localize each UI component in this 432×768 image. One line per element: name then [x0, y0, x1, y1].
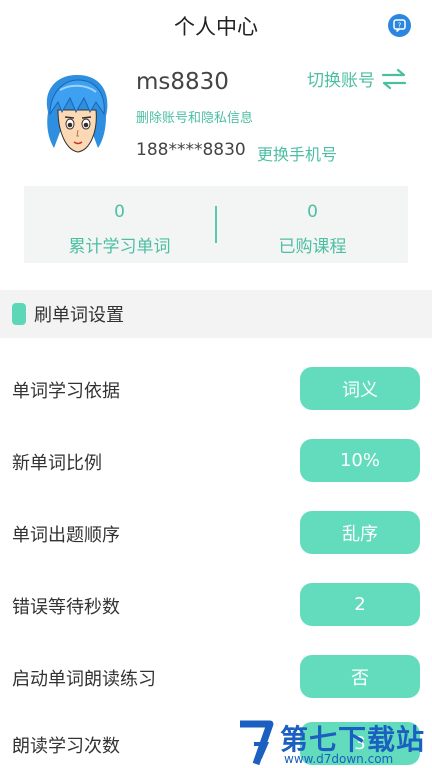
- message-icon: ?: [393, 19, 406, 32]
- stat-label: 累计学习单词: [68, 237, 171, 257]
- setting-value-button[interactable]: 乱序: [300, 511, 420, 554]
- message-button[interactable]: ?: [388, 14, 411, 37]
- setting-label: 新单词比例: [12, 453, 102, 474]
- stat-purchased-courses[interactable]: 0 已购课程: [217, 186, 408, 263]
- setting-label: 单词学习依据: [12, 381, 120, 402]
- setting-row-question-order: 单词出题顺序 乱序: [0, 511, 432, 555]
- stat-value: 0: [114, 202, 125, 222]
- setting-label: 错误等待秒数: [12, 597, 120, 618]
- stat-learned-words[interactable]: 0 累计学习单词: [24, 186, 215, 263]
- setting-value-button[interactable]: 词义: [300, 367, 420, 410]
- switch-account-label: 切换账号: [307, 71, 375, 91]
- section-title: 刷单词设置: [34, 305, 124, 326]
- delete-account-link[interactable]: 删除账号和隐私信息: [136, 107, 253, 126]
- avatar[interactable]: [40, 72, 112, 158]
- setting-label: 朗读学习次数: [12, 736, 120, 757]
- setting-row-error-wait: 错误等待秒数 2: [0, 583, 432, 627]
- stats-panel: 0 累计学习单词 0 已购课程: [24, 186, 408, 263]
- phone-number: 188****8830: [136, 140, 246, 160]
- page-title: 个人中心: [174, 15, 258, 39]
- setting-label: 启动单词朗读练习: [12, 669, 156, 690]
- watermark-logo-icon: [240, 720, 274, 766]
- setting-label: 单词出题顺序: [12, 525, 120, 546]
- change-phone-link[interactable]: 更换手机号: [257, 141, 337, 165]
- setting-row-learning-basis: 单词学习依据 词义: [0, 367, 432, 411]
- setting-value-button[interactable]: 10%: [300, 439, 420, 482]
- setting-row-reading-practice: 启动单词朗读练习 否: [0, 655, 432, 699]
- watermark-url: www.d7down.com: [284, 752, 394, 766]
- svg-text:?: ?: [398, 21, 402, 29]
- setting-row-new-word-ratio: 新单词比例 10%: [0, 439, 432, 483]
- setting-value-button[interactable]: 2: [300, 583, 420, 626]
- section-marker: [12, 303, 26, 325]
- watermark: 第七下载站 www.d7down.com: [236, 716, 432, 768]
- username: ms8830: [136, 69, 229, 95]
- section-header: 刷单词设置: [0, 290, 432, 338]
- top-bar: 个人中心 ?: [0, 0, 432, 52]
- profile-section: ms8830 删除账号和隐私信息 188****8830 更换手机号 切换账号: [0, 60, 432, 180]
- switch-arrows-icon: [381, 68, 407, 89]
- stat-label: 已购课程: [278, 237, 347, 257]
- setting-value-button[interactable]: 否: [300, 655, 420, 698]
- stat-value: 0: [307, 202, 318, 222]
- switch-account-button[interactable]: 切换账号: [307, 66, 407, 91]
